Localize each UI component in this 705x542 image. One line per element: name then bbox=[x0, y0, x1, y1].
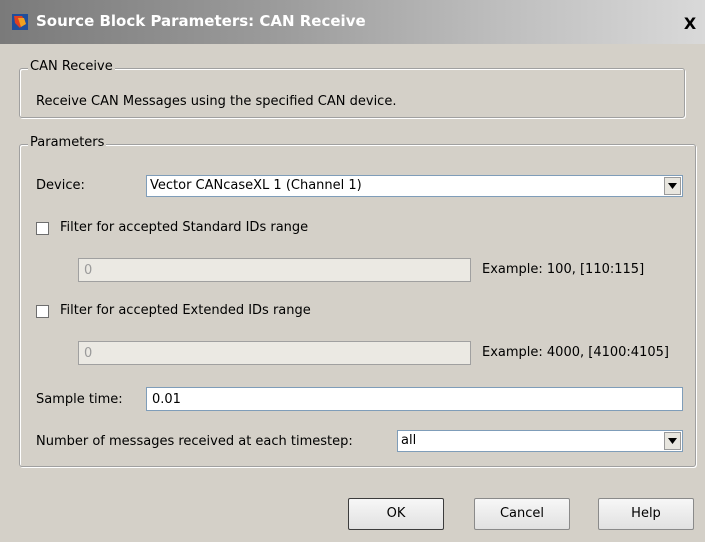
device-label: Device: bbox=[36, 178, 85, 193]
standard-ids-checkbox[interactable] bbox=[36, 222, 49, 235]
description-group: CAN Receive Receive CAN Messages using t… bbox=[19, 59, 685, 118]
device-dropdown[interactable]: Vector CANcaseXL 1 (Channel 1) bbox=[146, 175, 683, 197]
device-selected-value: Vector CANcaseXL 1 (Channel 1) bbox=[150, 178, 362, 193]
extended-ids-field[interactable] bbox=[79, 342, 470, 364]
sample-time-field[interactable] bbox=[147, 388, 682, 410]
messages-dropdown-arrow[interactable] bbox=[664, 432, 681, 450]
messages-per-timestep-dropdown[interactable]: all bbox=[397, 430, 683, 452]
sample-time-input[interactable] bbox=[146, 387, 683, 411]
close-icon[interactable]: X bbox=[682, 16, 698, 32]
simulink-block-icon bbox=[12, 14, 28, 30]
messages-per-timestep-value: all bbox=[401, 433, 417, 448]
title-bar[interactable]: Source Block Parameters: CAN Receive X bbox=[0, 0, 705, 44]
ok-button[interactable]: OK bbox=[348, 498, 444, 530]
extended-ids-input[interactable] bbox=[78, 341, 471, 365]
parameters-legend: Parameters bbox=[28, 135, 107, 150]
description-text: Receive CAN Messages using the specified… bbox=[36, 94, 397, 109]
description-legend: CAN Receive bbox=[28, 59, 115, 74]
chevron-down-icon bbox=[668, 183, 677, 189]
standard-ids-label: Filter for accepted Standard IDs range bbox=[60, 220, 309, 235]
chevron-down-icon bbox=[668, 438, 677, 444]
help-button[interactable]: Help bbox=[598, 498, 694, 530]
standard-ids-field[interactable] bbox=[79, 259, 470, 281]
extended-ids-label: Filter for accepted Extended IDs range bbox=[60, 303, 311, 318]
sample-time-label: Sample time: bbox=[36, 392, 123, 407]
extended-ids-checkbox[interactable] bbox=[36, 305, 49, 318]
standard-ids-example: Example: 100, [110:115] bbox=[482, 262, 645, 277]
cancel-button[interactable]: Cancel bbox=[474, 498, 570, 530]
extended-ids-example: Example: 4000, [4100:4105] bbox=[482, 345, 669, 360]
window-title: Source Block Parameters: CAN Receive bbox=[36, 12, 366, 30]
messages-per-timestep-label: Number of messages received at each time… bbox=[36, 434, 353, 449]
device-dropdown-arrow[interactable] bbox=[664, 177, 681, 195]
standard-ids-input[interactable] bbox=[78, 258, 471, 282]
dialog-window: Source Block Parameters: CAN Receive X C… bbox=[0, 0, 705, 542]
